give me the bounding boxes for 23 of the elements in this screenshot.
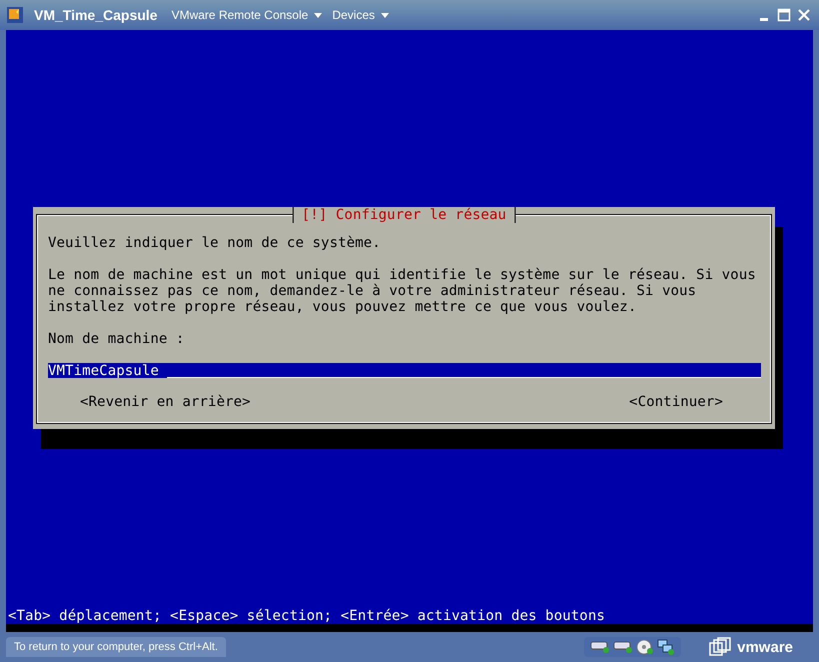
- help-line: <Tab> déplacement; <Espace> sélection; <Entrée> activation des boutons: [7, 608, 606, 624]
- drive-icon[interactable]: [590, 639, 610, 653]
- drive-icon[interactable]: [613, 639, 634, 653]
- menu-item[interactable]: Devices: [332, 8, 375, 22]
- network-icon[interactable]: [657, 639, 676, 655]
- caret-icon[interactable]: [314, 12, 322, 18]
- logo-icon: [709, 637, 732, 657]
- menu-item[interactable]: VMware Remote Console: [171, 8, 308, 22]
- paragraph: Le nom de machine est un mot unique qui identifie le système sur le réseau. Si vous ne connaissez pas ce nom, demandez-le à votre administrateur réseau. Si vous installez votre propre réseau, vous pouvez mettre ce que vous voulez.: [48, 267, 757, 315]
- window-title: VM_Time_Capsule: [34, 7, 158, 23]
- hostname-field[interactable]: VMTimeCapsule: [48, 363, 761, 378]
- dialog-button[interactable]: <Continuer>: [629, 394, 723, 410]
- app-icon: [6, 6, 24, 24]
- close-icon[interactable]: [797, 8, 811, 22]
- dialog-title: [!] Configurer le réseau: [292, 207, 516, 223]
- caret-icon[interactable]: [380, 12, 389, 18]
- paragraph: Veuillez indiquer le nom de ce système.: [48, 235, 382, 251]
- field-label: Nom de machine :: [48, 331, 186, 347]
- vmware-logo: vmware: [737, 638, 793, 656]
- dialog-button[interactable]: <Revenir en arrière>: [80, 394, 251, 410]
- disc-icon[interactable]: [636, 639, 654, 655]
- status-message: To return to your computer, press Ctrl+Alt.: [6, 637, 226, 657]
- maximize-icon[interactable]: [777, 8, 791, 22]
